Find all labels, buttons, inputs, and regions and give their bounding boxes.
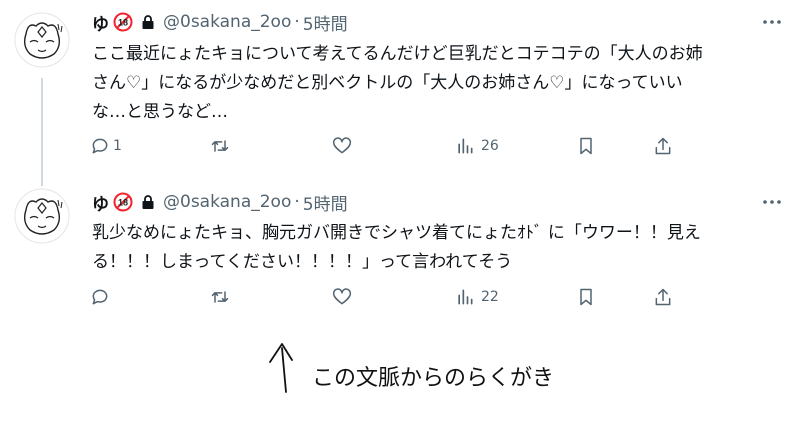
timestamp[interactable]: 5時間 <box>303 10 348 35</box>
more-options-icon[interactable] <box>759 14 785 30</box>
display-name[interactable]: ゆ <box>92 10 109 35</box>
share-icon <box>655 137 671 155</box>
like-button[interactable] <box>332 282 358 312</box>
tweet-text: ここ最近にょたキョについて考えてるんだけど巨乳だとコテコテの「大人のお姉 さん♡… <box>92 44 703 122</box>
handle[interactable]: @0sakana_2oo <box>163 12 291 32</box>
handwritten-note-text: この文脈からのらくがき <box>312 366 555 391</box>
timestamp[interactable]: 5時間 <box>303 190 348 215</box>
tweet-actions: 22 <box>80 282 692 312</box>
handwritten-note: この文脈からのらくがき <box>256 330 596 400</box>
retweet-button[interactable] <box>210 131 236 161</box>
views-button[interactable]: 22 <box>455 282 499 312</box>
reply-button[interactable]: 1 <box>90 131 122 161</box>
views-button[interactable]: 26 <box>455 131 499 161</box>
reply-button[interactable] <box>90 282 116 312</box>
heart-icon <box>332 288 352 305</box>
analytics-icon <box>458 138 473 154</box>
tweet-header: ゆ 18 @0sakana_2oo · 5時間 <box>92 189 348 215</box>
tweet-actions: 1 26 <box>80 131 692 161</box>
like-button[interactable] <box>332 131 358 161</box>
lock-icon <box>141 194 155 210</box>
display-name[interactable]: ゆ <box>92 190 109 215</box>
avatar[interactable] <box>14 188 70 244</box>
bookmark-button[interactable] <box>576 131 596 161</box>
age-restriction-badge-icon: 18 <box>113 12 133 32</box>
share-button[interactable] <box>653 282 673 312</box>
view-count: 22 <box>481 289 499 305</box>
retweet-icon <box>211 291 229 303</box>
analytics-icon <box>458 289 473 305</box>
separator-dot: · <box>294 192 300 212</box>
tweet-text: 乳少なめにょたキョ、胸元ガバ開きでシャツ着てにょたｵﾄﾞ に「ウワー！！見え る… <box>92 223 701 272</box>
age-restriction-badge-icon: 18 <box>113 192 133 212</box>
view-count: 26 <box>481 138 499 154</box>
heart-icon <box>332 137 352 154</box>
share-icon <box>655 288 671 306</box>
svg-text:18: 18 <box>118 198 128 208</box>
bookmark-icon <box>580 137 592 155</box>
reply-icon <box>92 138 108 154</box>
retweet-button[interactable] <box>210 282 236 312</box>
tweet-header: ゆ 18 @0sakana_2oo · 5時間 <box>92 9 348 35</box>
avatar[interactable] <box>14 12 70 68</box>
reply-icon <box>92 289 108 305</box>
separator-dot: · <box>294 12 300 32</box>
thread-line <box>41 78 43 186</box>
bookmark-icon <box>580 288 592 306</box>
handle[interactable]: @0sakana_2oo <box>163 192 291 212</box>
retweet-icon <box>211 140 229 152</box>
lock-icon <box>141 14 155 30</box>
reply-count: 1 <box>113 138 122 154</box>
bookmark-button[interactable] <box>576 282 596 312</box>
more-options-icon[interactable] <box>759 194 785 210</box>
share-button[interactable] <box>653 131 673 161</box>
svg-text:18: 18 <box>118 18 128 28</box>
